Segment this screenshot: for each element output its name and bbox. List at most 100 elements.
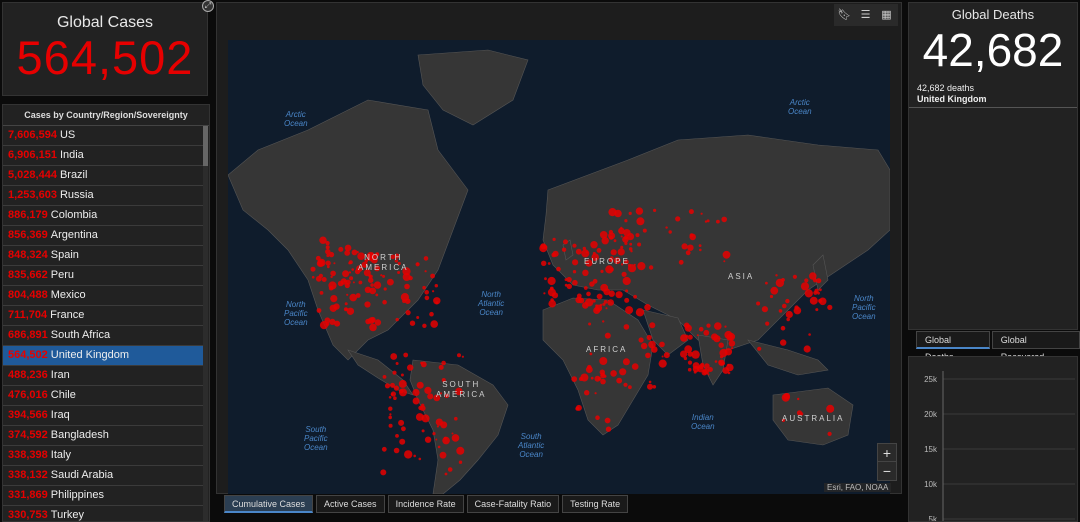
- case-hotspot[interactable]: [698, 326, 704, 332]
- case-hotspot[interactable]: [594, 392, 597, 395]
- case-hotspot[interactable]: [809, 296, 818, 305]
- case-hotspot[interactable]: [342, 270, 350, 278]
- country-row[interactable]: 331,869 Philippines: [3, 486, 205, 506]
- case-hotspot[interactable]: [595, 304, 603, 312]
- case-hotspot[interactable]: [608, 232, 616, 240]
- case-hotspot[interactable]: [387, 278, 394, 286]
- case-hotspot[interactable]: [407, 364, 414, 371]
- case-hotspot[interactable]: [602, 320, 605, 323]
- case-hotspot[interactable]: [543, 292, 546, 295]
- case-hotspot[interactable]: [659, 341, 665, 348]
- case-hotspot[interactable]: [711, 333, 718, 341]
- case-hotspot[interactable]: [349, 293, 357, 302]
- case-hotspot[interactable]: [706, 219, 710, 223]
- case-hotspot[interactable]: [548, 299, 556, 308]
- case-hotspot[interactable]: [369, 323, 377, 332]
- case-hotspot[interactable]: [622, 358, 630, 366]
- case-hotspot[interactable]: [576, 293, 582, 299]
- case-hotspot[interactable]: [687, 367, 692, 372]
- case-hotspot[interactable]: [596, 293, 603, 300]
- case-hotspot[interactable]: [631, 363, 639, 370]
- case-hotspot[interactable]: [665, 226, 668, 229]
- country-row[interactable]: 848,324 Spain: [3, 246, 205, 266]
- case-hotspot[interactable]: [647, 383, 653, 390]
- case-hotspot[interactable]: [418, 405, 423, 411]
- case-hotspot[interactable]: [451, 432, 454, 435]
- case-hotspot[interactable]: [780, 325, 786, 331]
- case-hotspot[interactable]: [703, 329, 710, 336]
- case-hotspot[interactable]: [457, 353, 461, 358]
- case-hotspot[interactable]: [413, 454, 416, 458]
- case-hotspot[interactable]: [809, 272, 817, 280]
- case-hotspot[interactable]: [642, 228, 647, 233]
- stats-tab[interactable]: Global Deaths: [916, 331, 990, 362]
- case-hotspot[interactable]: [603, 300, 608, 304]
- case-hotspot[interactable]: [585, 251, 588, 254]
- case-hotspot[interactable]: [325, 322, 330, 326]
- case-hotspot[interactable]: [402, 273, 411, 281]
- case-hotspot[interactable]: [348, 271, 352, 274]
- case-hotspot[interactable]: [722, 367, 730, 374]
- case-hotspot[interactable]: [369, 287, 377, 295]
- case-hotspot[interactable]: [728, 340, 736, 347]
- country-row[interactable]: 6,906,151 India: [3, 146, 205, 166]
- case-hotspot[interactable]: [442, 436, 450, 445]
- case-hotspot[interactable]: [319, 291, 324, 295]
- case-hotspot[interactable]: [563, 239, 568, 245]
- country-row[interactable]: 804,488 Mexico: [3, 286, 205, 306]
- case-hotspot[interactable]: [422, 323, 427, 328]
- case-hotspot[interactable]: [370, 283, 374, 287]
- case-hotspot[interactable]: [544, 277, 547, 281]
- case-hotspot[interactable]: [400, 293, 409, 302]
- case-hotspot[interactable]: [454, 416, 458, 421]
- country-row[interactable]: 488,236 Iran: [3, 366, 205, 386]
- case-hotspot[interactable]: [412, 397, 420, 405]
- case-hotspot[interactable]: [719, 348, 728, 358]
- case-hotspot[interactable]: [827, 431, 832, 436]
- case-hotspot[interactable]: [383, 287, 387, 291]
- case-hotspot[interactable]: [398, 419, 405, 426]
- case-hotspot[interactable]: [610, 249, 617, 256]
- case-hotspot[interactable]: [345, 279, 351, 285]
- case-hotspot[interactable]: [603, 375, 607, 378]
- case-hotspot[interactable]: [380, 469, 387, 476]
- case-hotspot[interactable]: [786, 317, 790, 322]
- case-hotspot[interactable]: [699, 248, 702, 252]
- case-hotspot[interactable]: [599, 369, 605, 375]
- case-hotspot[interactable]: [427, 393, 434, 400]
- case-hotspot[interactable]: [620, 235, 623, 238]
- case-hotspot[interactable]: [384, 383, 391, 389]
- case-hotspot[interactable]: [572, 243, 577, 248]
- case-hotspot[interactable]: [328, 251, 335, 258]
- case-hotspot[interactable]: [388, 406, 393, 411]
- case-hotspot[interactable]: [785, 298, 790, 304]
- case-hotspot[interactable]: [770, 286, 779, 295]
- country-row[interactable]: 374,592 Bangladesh: [3, 426, 205, 446]
- expand-icon[interactable]: ⤢: [202, 0, 214, 12]
- case-hotspot[interactable]: [358, 280, 363, 285]
- case-hotspot[interactable]: [757, 346, 762, 351]
- case-hotspot[interactable]: [458, 460, 463, 464]
- case-hotspot[interactable]: [604, 332, 611, 339]
- case-hotspot[interactable]: [617, 248, 625, 256]
- case-hotspot[interactable]: [621, 271, 627, 277]
- case-hotspot[interactable]: [769, 294, 774, 299]
- case-hotspot[interactable]: [808, 333, 811, 336]
- case-hotspot[interactable]: [590, 376, 594, 380]
- case-hotspot[interactable]: [592, 299, 596, 303]
- case-hotspot[interactable]: [692, 365, 700, 373]
- case-hotspot[interactable]: [388, 415, 392, 420]
- list-scrollbar[interactable]: [203, 126, 208, 521]
- case-hotspot[interactable]: [615, 291, 623, 299]
- case-hotspot[interactable]: [681, 243, 688, 250]
- case-hotspot[interactable]: [684, 345, 693, 354]
- case-hotspot[interactable]: [636, 217, 645, 226]
- case-hotspot[interactable]: [543, 245, 548, 249]
- case-hotspot[interactable]: [364, 301, 371, 308]
- case-hotspot[interactable]: [652, 385, 657, 389]
- case-hotspot[interactable]: [624, 297, 630, 303]
- bookmark-icon[interactable]: 🔖︎: [834, 4, 855, 26]
- stats-tab[interactable]: Global Recovered: [991, 331, 1080, 362]
- case-hotspot[interactable]: [589, 281, 595, 287]
- country-row[interactable]: 5,028,444 Brazil: [3, 166, 205, 186]
